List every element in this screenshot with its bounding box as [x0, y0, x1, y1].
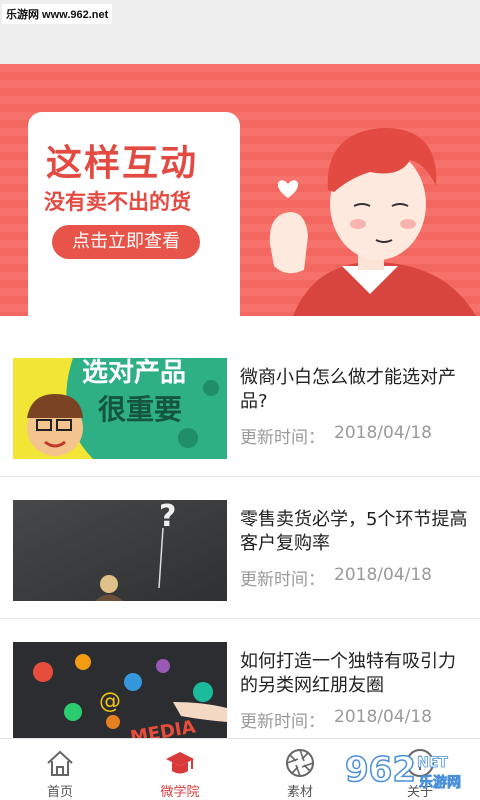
site-logo-watermark: 962 NET 乐游网 — [345, 749, 461, 791]
svg-text:?: ? — [159, 500, 176, 534]
home-icon — [47, 750, 73, 776]
figure-blush-right — [400, 219, 416, 229]
promo-banner[interactable]: 这样互动 没有卖不出的货 点击立即查看 — [0, 64, 480, 316]
article-item[interactable]: 选对产品 很重要 微商小白怎么做才能选对产品? 更新时间： 2018/04/18 — [0, 316, 480, 459]
svg-text:乐游网: 乐游网 — [419, 774, 461, 791]
banner-illustration — [269, 127, 476, 316]
speech-bubble-tail — [196, 276, 218, 302]
tab-label: 首页 — [46, 785, 73, 800]
svg-text:@: @ — [99, 689, 121, 714]
banner-title: 这样互动 — [46, 143, 199, 184]
article-date-label: 更新时间： — [240, 428, 325, 448]
article-item[interactable]: ? 零售卖货必学，5个环节提高客户复购率 更新时间： 2018/04/18 — [0, 476, 480, 618]
figure-hand — [269, 212, 308, 274]
status-bar: 乐游网 www.962.net — [0, 0, 480, 64]
svg-text:962: 962 — [345, 750, 416, 790]
tab-materials[interactable]: 素材 — [240, 739, 360, 800]
tab-label: 微学院 — [160, 785, 200, 800]
article-date: 2018/04/18 — [334, 707, 432, 727]
article-thumbnail: ? — [13, 500, 227, 601]
article-date-label: 更新时间： — [240, 570, 325, 590]
tab-academy[interactable]: 微学院 — [120, 739, 240, 800]
banner-view-button[interactable]: 点击立即查看 — [52, 225, 200, 259]
article-date-label: 更新时间： — [240, 712, 325, 732]
aperture-icon — [286, 749, 314, 777]
thumbnail-caption: 很重要 — [98, 393, 183, 426]
svg-text:NET: NET — [417, 755, 448, 771]
figure-blush-left — [350, 219, 366, 229]
tab-home[interactable]: 首页 — [0, 739, 120, 800]
article-list: 选对产品 很重要 微商小白怎么做才能选对产品? 更新时间： 2018/04/18… — [0, 316, 480, 749]
article-title: 零售卖货必学，5个环节提高客户复购率 — [240, 509, 468, 554]
thumbnail-caption: 选对产品 — [82, 358, 187, 388]
graduation-cap-icon — [166, 752, 194, 774]
tab-label: 素材 — [286, 785, 313, 800]
article-date: 2018/04/18 — [334, 565, 432, 585]
article-title: 微商小白怎么做才能选对产品? — [240, 367, 456, 412]
article-title: 如何打造一个独特有吸引力的另类网红朋友圈 — [240, 651, 456, 696]
banner-subtitle: 没有卖不出的货 — [44, 190, 191, 214]
site-watermark: 乐游网 www.962.net — [2, 4, 113, 24]
article-date: 2018/04/18 — [334, 423, 432, 443]
heart-icon — [277, 180, 299, 198]
